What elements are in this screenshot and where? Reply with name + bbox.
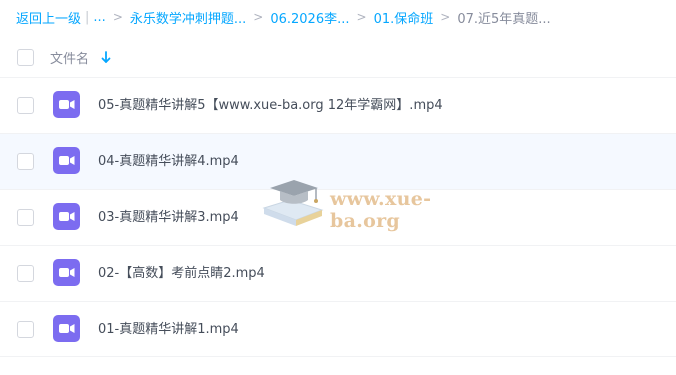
file-row[interactable]: 03-真题精华讲解3.mp4: [0, 189, 676, 245]
chevron-right-icon: >: [356, 10, 367, 24]
select-all-checkbox[interactable]: [17, 49, 34, 66]
file-list-header: 文件名: [0, 40, 676, 74]
breadcrumb-item[interactable]: 06.2026李...: [270, 8, 349, 27]
breadcrumb-ellipsis[interactable]: ...: [93, 10, 105, 25]
file-row[interactable]: 02-【高数】考前点睛2.mp4: [0, 245, 676, 301]
file-name[interactable]: 05-真题精华讲解5【www.xue-ba.org 12年学霸网】.mp4: [98, 78, 443, 134]
breadcrumb-current: 07.近5年真题...: [457, 11, 551, 27]
arrow-down-icon[interactable]: [100, 50, 112, 64]
file-row[interactable]: 04-真题精华讲解4.mp4: [0, 133, 676, 189]
video-file-icon: [53, 91, 80, 118]
file-row[interactable]: 01-真题精华讲解1.mp4: [0, 301, 676, 357]
video-file-icon: [53, 203, 80, 230]
row-checkbox[interactable]: [17, 97, 34, 114]
breadcrumb-item[interactable]: 01.保命班: [374, 8, 434, 27]
breadcrumb-item[interactable]: 永乐数学冲刺押题...: [130, 8, 246, 27]
video-file-icon: [53, 315, 80, 342]
breadcrumb-divider: |: [85, 9, 90, 25]
file-name[interactable]: 03-真题精华讲解3.mp4: [98, 190, 239, 246]
back-link[interactable]: 返回上一级: [16, 8, 81, 27]
row-checkbox[interactable]: [17, 321, 34, 338]
row-checkbox[interactable]: [17, 209, 34, 226]
file-name[interactable]: 02-【高数】考前点睛2.mp4: [98, 246, 265, 302]
video-file-icon: [53, 147, 80, 174]
chevron-right-icon: >: [440, 10, 451, 24]
chevron-right-icon: >: [253, 10, 264, 24]
breadcrumb: 返回上一级 | ... > 永乐数学冲刺押题... > 06.2026李... …: [16, 0, 676, 34]
file-name[interactable]: 01-真题精华讲解1.mp4: [98, 302, 239, 358]
file-row[interactable]: 05-真题精华讲解5【www.xue-ba.org 12年学霸网】.mp4: [0, 77, 676, 133]
row-checkbox[interactable]: [17, 153, 34, 170]
chevron-right-icon: >: [112, 10, 123, 24]
row-checkbox[interactable]: [17, 265, 34, 282]
video-file-icon: [53, 259, 80, 286]
filename-column-header[interactable]: 文件名: [50, 48, 89, 67]
file-name[interactable]: 04-真题精华讲解4.mp4: [98, 134, 239, 190]
